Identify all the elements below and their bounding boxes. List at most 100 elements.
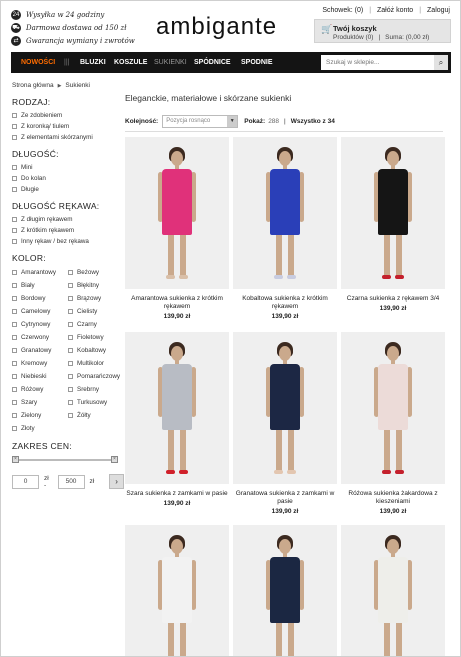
filter-option[interactable]: Z elementami skórzanymi	[12, 132, 124, 143]
price-min-input[interactable]	[12, 474, 39, 489]
checkbox[interactable]	[12, 335, 17, 340]
checkbox[interactable]	[12, 165, 17, 170]
product-image[interactable]	[341, 332, 445, 484]
product-name[interactable]: Czarna sukienka z rękawem 3/4	[341, 295, 445, 303]
filter-option[interactable]: Kremowy	[12, 357, 68, 370]
sort-select[interactable]: Pozycja rosnąco ▼	[162, 114, 239, 128]
filter-option[interactable]: Cytrynowy	[12, 318, 68, 331]
checkbox[interactable]	[12, 296, 17, 301]
product-card[interactable]: Szara sukienka z zamkami w pasie 139,90 z…	[125, 332, 229, 507]
register-link[interactable]: Załóż konto	[377, 7, 413, 14]
product-image[interactable]	[125, 137, 229, 289]
chevron-down-icon[interactable]: ▼	[227, 115, 238, 127]
checkbox[interactable]	[68, 335, 73, 340]
product-card[interactable]: Kobaltowa sukienka z krótkim rękawem 139,…	[233, 137, 337, 320]
filter-option[interactable]: Do kolan	[12, 173, 124, 184]
checkbox[interactable]	[12, 400, 17, 405]
show-all-link[interactable]: Wszystko z 34	[291, 118, 335, 125]
checkbox[interactable]	[12, 228, 17, 233]
filter-option[interactable]: Z krótkim rękawem	[12, 225, 124, 236]
filter-option[interactable]: Kobaltowy	[68, 344, 124, 357]
search-input[interactable]	[321, 55, 434, 70]
filter-option[interactable]: Długie	[12, 184, 124, 195]
checkbox[interactable]	[12, 322, 17, 327]
checkbox[interactable]	[68, 270, 73, 275]
nav-item-sukienki[interactable]: SUKIENKI	[154, 52, 187, 73]
product-image[interactable]	[233, 137, 337, 289]
checkbox[interactable]	[12, 217, 17, 222]
checkbox[interactable]	[12, 309, 17, 314]
product-image[interactable]	[341, 525, 445, 656]
checkbox[interactable]	[12, 413, 17, 418]
apply-price-button[interactable]: ›	[109, 474, 124, 489]
price-max-input[interactable]	[57, 474, 85, 489]
checkbox[interactable]	[12, 124, 17, 129]
filter-option[interactable]: Czarny	[68, 318, 124, 331]
nav-item-spodnie[interactable]: SPODNIE	[241, 52, 273, 73]
product-card[interactable]: Czarna sukienka z rękawem 3/4 139,90 zł	[341, 137, 445, 312]
wishlist-link[interactable]: Schowek: (0)	[322, 7, 363, 14]
filter-option[interactable]: Czerwony	[12, 331, 68, 344]
filter-option[interactable]: Z długim rękawem	[12, 214, 124, 225]
product-card[interactable]: Granatowa sukienka z zamkami w pasie 139,…	[233, 332, 337, 515]
filter-option[interactable]: Żółty	[68, 409, 124, 422]
filter-option[interactable]: Cielisty	[68, 305, 124, 318]
filter-option[interactable]: Multikolor	[68, 357, 124, 370]
checkbox[interactable]	[12, 187, 17, 192]
cart-title[interactable]: Twój koszyk	[333, 24, 377, 33]
checkbox[interactable]	[12, 387, 17, 392]
search-icon[interactable]: ⌕	[434, 55, 448, 70]
checkbox[interactable]	[12, 283, 17, 288]
site-logo[interactable]: ambigante	[156, 13, 277, 41]
product-image[interactable]	[341, 137, 445, 289]
checkbox[interactable]	[68, 296, 73, 301]
checkbox[interactable]	[12, 374, 17, 379]
checkbox[interactable]	[12, 239, 17, 244]
checkbox[interactable]	[12, 113, 17, 118]
filter-option[interactable]: Zielony	[12, 409, 68, 422]
nav-item-spodnice[interactable]: SPÓDNICE	[194, 52, 231, 73]
filter-option[interactable]: Brązowy	[68, 292, 124, 305]
slider-max-handle[interactable]: ×	[111, 456, 118, 463]
product-card[interactable]: Amarantowa sukienka z krótkim rękawem 139…	[125, 137, 229, 320]
product-card[interactable]: Różowa sukienka żakardowa z kieszeniami 1…	[341, 332, 445, 515]
checkbox[interactable]	[68, 361, 73, 366]
filter-option[interactable]: Granatowy	[12, 344, 68, 357]
filter-option[interactable]: Pomarańczowy	[68, 370, 124, 383]
product-image[interactable]	[125, 332, 229, 484]
checkbox[interactable]	[68, 413, 73, 418]
checkbox[interactable]	[68, 400, 73, 405]
checkbox[interactable]	[68, 387, 73, 392]
checkbox[interactable]	[12, 348, 17, 353]
checkbox[interactable]	[68, 348, 73, 353]
breadcrumb-home[interactable]: Strona główna	[12, 82, 54, 90]
cart-box[interactable]: 🛒 Twój koszyk Produktów (0) | Suma: (0,0…	[314, 19, 451, 43]
filter-option[interactable]: Złoty	[12, 422, 68, 435]
filter-option[interactable]: Różowy	[12, 383, 68, 396]
filter-option[interactable]: Beżowy	[68, 266, 124, 279]
slider-min-handle[interactable]: ×	[12, 456, 19, 463]
filter-option[interactable]: Z koronką/ tiulem	[12, 121, 124, 132]
checkbox[interactable]	[12, 270, 17, 275]
product-name[interactable]: Różowa sukienka żakardowa z kieszeniami	[341, 490, 445, 506]
filter-option[interactable]: Inny rękaw / bez rękawa	[12, 236, 124, 247]
filter-option[interactable]: Bordowy	[12, 292, 68, 305]
checkbox[interactable]	[12, 426, 17, 431]
filter-option[interactable]: Camelowy	[12, 305, 68, 318]
filter-option[interactable]: Ze zdobieniem	[12, 110, 124, 121]
product-card[interactable]	[125, 525, 229, 656]
price-slider[interactable]: × ×	[12, 455, 118, 465]
filter-option[interactable]: Szary	[12, 396, 68, 409]
checkbox[interactable]	[68, 283, 73, 288]
product-name[interactable]: Amarantowa sukienka z krótkim rękawem	[125, 295, 229, 311]
filter-option[interactable]: Turkusowy	[68, 396, 124, 409]
checkbox[interactable]	[68, 309, 73, 314]
product-card[interactable]	[341, 525, 445, 656]
filter-option[interactable]: Biały	[12, 279, 68, 292]
filter-option[interactable]: Amarantowy	[12, 266, 68, 279]
filter-option[interactable]: Niebieski	[12, 370, 68, 383]
nav-item-koszule[interactable]: KOSZULE	[114, 52, 147, 73]
login-link[interactable]: Zaloguj	[427, 7, 450, 14]
product-name[interactable]: Szara sukienka z zamkami w pasie	[125, 490, 229, 498]
nav-item-bluzki[interactable]: BLUZKI	[80, 52, 106, 73]
